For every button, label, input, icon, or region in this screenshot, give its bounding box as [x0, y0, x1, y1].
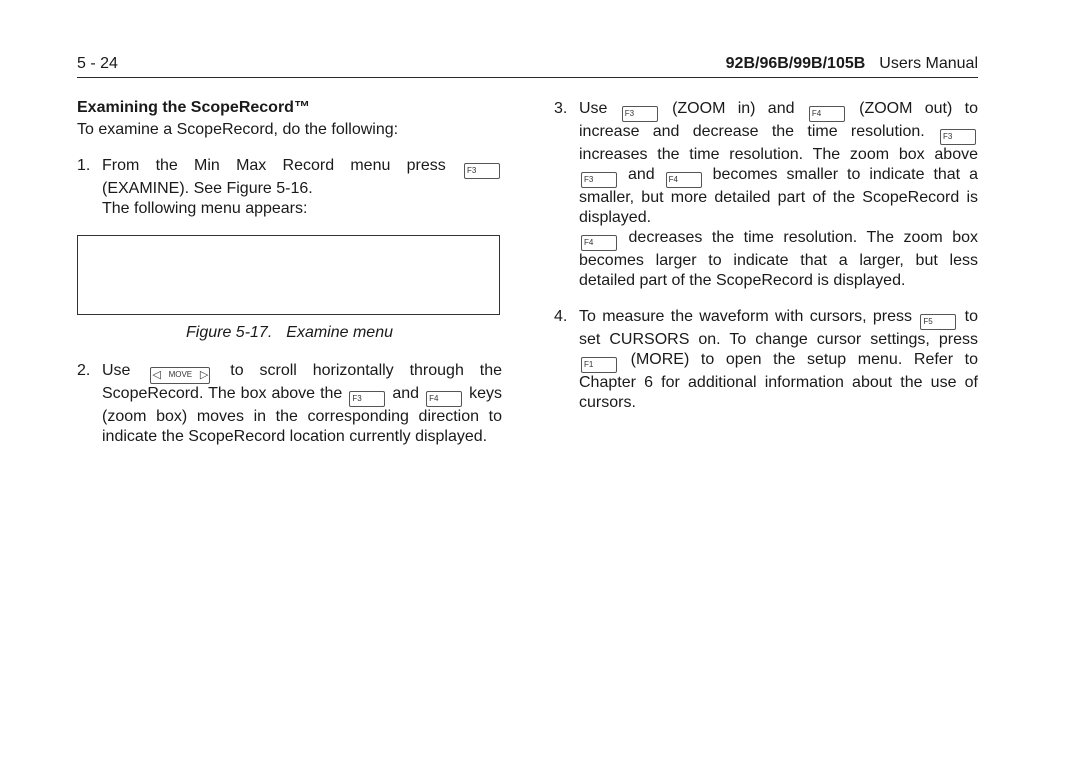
right-arrow-icon: ▷ — [199, 369, 209, 381]
f3-key-icon: F3 — [621, 106, 658, 122]
f3-key-icon: F3 — [940, 129, 976, 145]
figure-title: Examine menu — [286, 324, 393, 341]
manual-name: Users Manual — [879, 55, 978, 72]
text-span: From the Min Max Record menu press — [102, 157, 446, 174]
model-numbers: 92B/96B/99B/105B — [725, 55, 866, 72]
f3-key-icon: F3 — [581, 172, 617, 188]
step-text: (EXAMINE). See Figure 5-16. — [102, 180, 313, 197]
move-key-icon: ◁ MOVE ▷ — [150, 366, 211, 384]
text-span: Use — [102, 362, 131, 379]
f4-key-icon: F4 — [426, 390, 463, 407]
f4-key-icon: F4 — [581, 235, 617, 251]
step-number: 1. — [77, 157, 91, 174]
text-span: To measure the waveform with cursors, pr… — [579, 308, 913, 325]
step-text: F4 decreases the time resolution. The zo… — [579, 228, 978, 291]
right-column: 3. Use F3 (ZOOM in) and F4 (ZOOM out) to… — [554, 99, 978, 429]
f1-key-icon: F1 — [581, 357, 617, 373]
text-span: and — [627, 166, 655, 183]
step-text: The following menu appears: — [102, 200, 308, 217]
step-4: 4. To measure the waveform with cursors,… — [554, 307, 978, 413]
text-span: Use — [579, 100, 608, 117]
step-text: To measure the waveform with cursors, pr… — [579, 307, 978, 413]
move-label: MOVE — [168, 370, 193, 379]
manual-title: 92B/96B/99B/105B Users Manual — [726, 55, 978, 73]
figure-number: Figure 5-17. — [186, 324, 273, 341]
step-number: 2. — [77, 362, 91, 379]
figure-caption: Figure 5-17. Examine menu — [77, 323, 502, 343]
left-column: Examining the ScopeRecord™ To examine a … — [77, 98, 502, 463]
text-span: increases the time resolution. The zoom … — [579, 146, 978, 163]
page-header: 5 - 24 92B/96B/99B/105B Users Manual — [77, 55, 978, 78]
f4-key-icon: F4 — [665, 172, 702, 188]
step-1: 1. From the Min Max Record menu press F3… — [77, 156, 502, 219]
step-3: 3. Use F3 (ZOOM in) and F4 (ZOOM out) to… — [554, 99, 978, 291]
step-text: Use F3 (ZOOM in) and F4 (ZOOM out) to in… — [579, 99, 978, 228]
page-number: 5 - 24 — [77, 55, 118, 72]
step-text: Use ◁ MOVE ▷ to scroll horizontally thro… — [102, 361, 502, 447]
text-span: and — [392, 384, 420, 402]
step-2: 2. Use ◁ MOVE ▷ to scroll horizontally t… — [77, 361, 502, 447]
f4-key-icon: F4 — [808, 106, 845, 122]
step-text: From the Min Max Record menu press F3 — [102, 156, 502, 179]
step-number: 4. — [554, 308, 568, 325]
left-arrow-icon: ◁ — [152, 369, 161, 381]
text-span: decreases the time resolution. The zoom … — [579, 229, 978, 289]
section-heading: Examining the ScopeRecord™ — [77, 99, 310, 116]
text-span: (ZOOM in) and — [672, 100, 795, 117]
f5-key-icon: F5 — [920, 314, 957, 330]
f3-key-icon: F3 — [464, 163, 500, 179]
examine-menu-figure — [77, 235, 500, 315]
step-body: Use ◁ MOVE ▷ to scroll horizontally thro… — [102, 361, 502, 447]
step-body: To measure the waveform with cursors, pr… — [579, 307, 978, 413]
step-body: Use F3 (ZOOM in) and F4 (ZOOM out) to in… — [579, 99, 978, 291]
section-intro: To examine a ScopeRecord, do the followi… — [77, 121, 399, 138]
step-number: 3. — [554, 100, 568, 117]
f3-key-icon: F3 — [349, 390, 386, 407]
text-span: (MORE) to open the setup menu. Refer to … — [579, 351, 978, 411]
step-body: From the Min Max Record menu press F3 (E… — [102, 156, 502, 219]
